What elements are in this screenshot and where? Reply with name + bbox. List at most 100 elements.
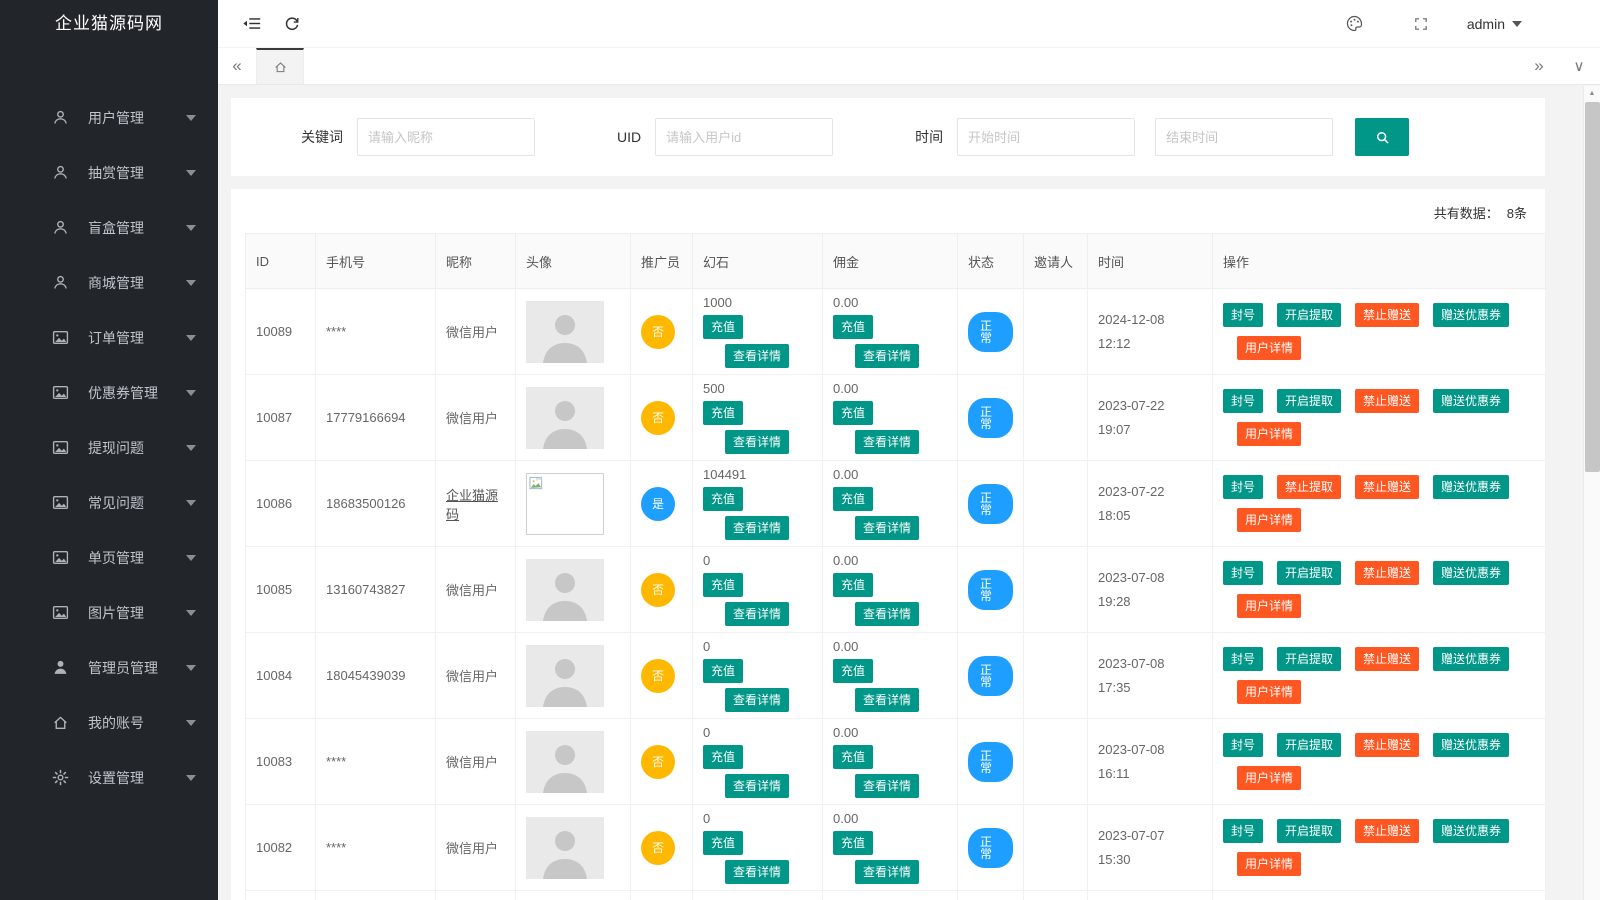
refresh-icon[interactable] bbox=[272, 0, 312, 48]
recharge-button[interactable]: 充值 bbox=[703, 401, 743, 425]
action-button-3[interactable]: 赠送优惠券 bbox=[1433, 561, 1509, 585]
action-button-2[interactable]: 禁止赠送 bbox=[1355, 303, 1419, 327]
action-button-1[interactable]: 开启提取 bbox=[1277, 389, 1341, 413]
view-detail-button[interactable]: 查看详情 bbox=[725, 602, 789, 626]
action-button-0[interactable]: 封号 bbox=[1223, 647, 1263, 671]
sidebar-item-12[interactable]: 设置管理 bbox=[0, 750, 218, 805]
view-detail-button[interactable]: 查看详情 bbox=[855, 860, 919, 884]
action-button-4[interactable]: 用户详情 bbox=[1237, 766, 1301, 790]
action-button-4[interactable]: 用户详情 bbox=[1237, 594, 1301, 618]
sidebar-item-2[interactable]: 盲盒管理 bbox=[0, 200, 218, 255]
recharge-button[interactable]: 充值 bbox=[833, 573, 873, 597]
action-button-3[interactable]: 赠送优惠券 bbox=[1433, 475, 1509, 499]
action-button-3[interactable]: 赠送优惠券 bbox=[1433, 733, 1509, 757]
cell-time: 2023-07-0715:30 bbox=[1088, 805, 1213, 891]
nickname-text: 微信用户 bbox=[446, 755, 498, 770]
collapse-menu-icon[interactable] bbox=[232, 0, 272, 48]
tab-home[interactable] bbox=[256, 48, 304, 84]
action-button-3[interactable]: 赠送优惠券 bbox=[1433, 647, 1509, 671]
action-button-1[interactable]: 开启提取 bbox=[1277, 561, 1341, 585]
view-detail-button[interactable]: 查看详情 bbox=[855, 344, 919, 368]
scrollbar-thumb[interactable] bbox=[1585, 102, 1600, 472]
action-button-3[interactable]: 赠送优惠券 bbox=[1433, 819, 1509, 843]
action-button-4[interactable]: 用户详情 bbox=[1237, 508, 1301, 532]
action-button-1[interactable]: 开启提取 bbox=[1277, 303, 1341, 327]
action-button-2[interactable]: 禁止赠送 bbox=[1355, 819, 1419, 843]
action-button-0[interactable]: 封号 bbox=[1223, 303, 1263, 327]
view-detail-button[interactable]: 查看详情 bbox=[855, 516, 919, 540]
uid-input[interactable] bbox=[655, 118, 833, 156]
action-button-0[interactable]: 封号 bbox=[1223, 389, 1263, 413]
action-button-0[interactable]: 封号 bbox=[1223, 475, 1263, 499]
cell-time: 2023-07-0819:28 bbox=[1088, 547, 1213, 633]
action-button-2[interactable]: 禁止赠送 bbox=[1355, 389, 1419, 413]
theme-palette-icon[interactable] bbox=[1335, 0, 1375, 48]
action-button-4[interactable]: 用户详情 bbox=[1237, 680, 1301, 704]
action-button-2[interactable]: 禁止赠送 bbox=[1355, 475, 1419, 499]
recharge-button[interactable]: 充值 bbox=[833, 401, 873, 425]
tabs-scroll-right[interactable]: » bbox=[1520, 48, 1558, 84]
sidebar-item-5[interactable]: 优惠券管理 bbox=[0, 365, 218, 420]
keyword-input[interactable] bbox=[357, 118, 535, 156]
recharge-button[interactable]: 充值 bbox=[703, 745, 743, 769]
action-button-4[interactable]: 用户详情 bbox=[1237, 336, 1301, 360]
view-detail-button[interactable]: 查看详情 bbox=[725, 860, 789, 884]
action-button-2[interactable]: 禁止赠送 bbox=[1355, 561, 1419, 585]
tabs-more-dropdown[interactable]: ∨ bbox=[1558, 48, 1600, 84]
recharge-button[interactable]: 充值 bbox=[833, 315, 873, 339]
view-detail-button[interactable]: 查看详情 bbox=[855, 430, 919, 454]
sidebar-item-4[interactable]: 订单管理 bbox=[0, 310, 218, 365]
view-detail-button[interactable]: 查看详情 bbox=[855, 602, 919, 626]
tabs-scroll-left[interactable]: « bbox=[218, 48, 256, 84]
recharge-button[interactable]: 充值 bbox=[703, 487, 743, 511]
recharge-button[interactable]: 充值 bbox=[833, 659, 873, 683]
action-button-1[interactable]: 开启提取 bbox=[1277, 733, 1341, 757]
sidebar-item-10[interactable]: 管理员管理 bbox=[0, 640, 218, 695]
action-button-4[interactable]: 用户详情 bbox=[1237, 852, 1301, 876]
sidebar-item-6[interactable]: 提现问题 bbox=[0, 420, 218, 475]
view-detail-button[interactable]: 查看详情 bbox=[725, 430, 789, 454]
recharge-button[interactable]: 充值 bbox=[703, 315, 743, 339]
vertical-scrollbar[interactable]: ▲ bbox=[1583, 86, 1600, 900]
sidebar-item-8[interactable]: 单页管理 bbox=[0, 530, 218, 585]
action-button-0[interactable]: 封号 bbox=[1223, 733, 1263, 757]
recharge-button[interactable]: 充值 bbox=[703, 659, 743, 683]
recharge-button[interactable]: 充值 bbox=[703, 573, 743, 597]
sidebar-item-1[interactable]: 抽赏管理 bbox=[0, 145, 218, 200]
action-button-1[interactable]: 禁止提取 bbox=[1277, 475, 1341, 499]
view-detail-button[interactable]: 查看详情 bbox=[725, 516, 789, 540]
view-detail-button[interactable]: 查看详情 bbox=[725, 688, 789, 712]
fullscreen-icon[interactable] bbox=[1401, 0, 1441, 48]
view-detail-button[interactable]: 查看详情 bbox=[855, 774, 919, 798]
search-button[interactable] bbox=[1355, 118, 1409, 156]
chevron-down-icon bbox=[1512, 21, 1522, 27]
sidebar-item-7[interactable]: 常见问题 bbox=[0, 475, 218, 530]
action-button-2[interactable]: 禁止赠送 bbox=[1355, 733, 1419, 757]
action-button-0[interactable]: 封号 bbox=[1223, 819, 1263, 843]
action-button-1[interactable]: 开启提取 bbox=[1277, 647, 1341, 671]
sidebar-item-label: 用户管理 bbox=[88, 108, 144, 128]
user-menu[interactable]: admin bbox=[1467, 16, 1522, 32]
view-detail-button[interactable]: 查看详情 bbox=[855, 688, 919, 712]
end-time-input[interactable] bbox=[1155, 118, 1333, 156]
recharge-button[interactable]: 充值 bbox=[833, 831, 873, 855]
action-button-0[interactable]: 封号 bbox=[1223, 561, 1263, 585]
action-button-3[interactable]: 赠送优惠券 bbox=[1433, 389, 1509, 413]
start-time-input[interactable] bbox=[957, 118, 1135, 156]
sidebar-item-11[interactable]: 我的账号 bbox=[0, 695, 218, 750]
view-detail-button[interactable]: 查看详情 bbox=[725, 774, 789, 798]
sidebar-item-3[interactable]: 商城管理 bbox=[0, 255, 218, 310]
cell-stone-value: 500 bbox=[703, 381, 812, 396]
recharge-button[interactable]: 充值 bbox=[833, 487, 873, 511]
action-button-2[interactable]: 禁止赠送 bbox=[1355, 647, 1419, 671]
action-button-1[interactable]: 开启提取 bbox=[1277, 819, 1341, 843]
recharge-button[interactable]: 充值 bbox=[833, 745, 873, 769]
sidebar-item-9[interactable]: 图片管理 bbox=[0, 585, 218, 640]
recharge-button[interactable]: 充值 bbox=[703, 831, 743, 855]
sidebar-item-0[interactable]: 用户管理 bbox=[0, 90, 218, 145]
action-button-4[interactable]: 用户详情 bbox=[1237, 422, 1301, 446]
username: admin bbox=[1467, 16, 1505, 32]
view-detail-button[interactable]: 查看详情 bbox=[725, 344, 789, 368]
scrollbar-up-arrow[interactable]: ▲ bbox=[1584, 86, 1600, 101]
action-button-3[interactable]: 赠送优惠券 bbox=[1433, 303, 1509, 327]
